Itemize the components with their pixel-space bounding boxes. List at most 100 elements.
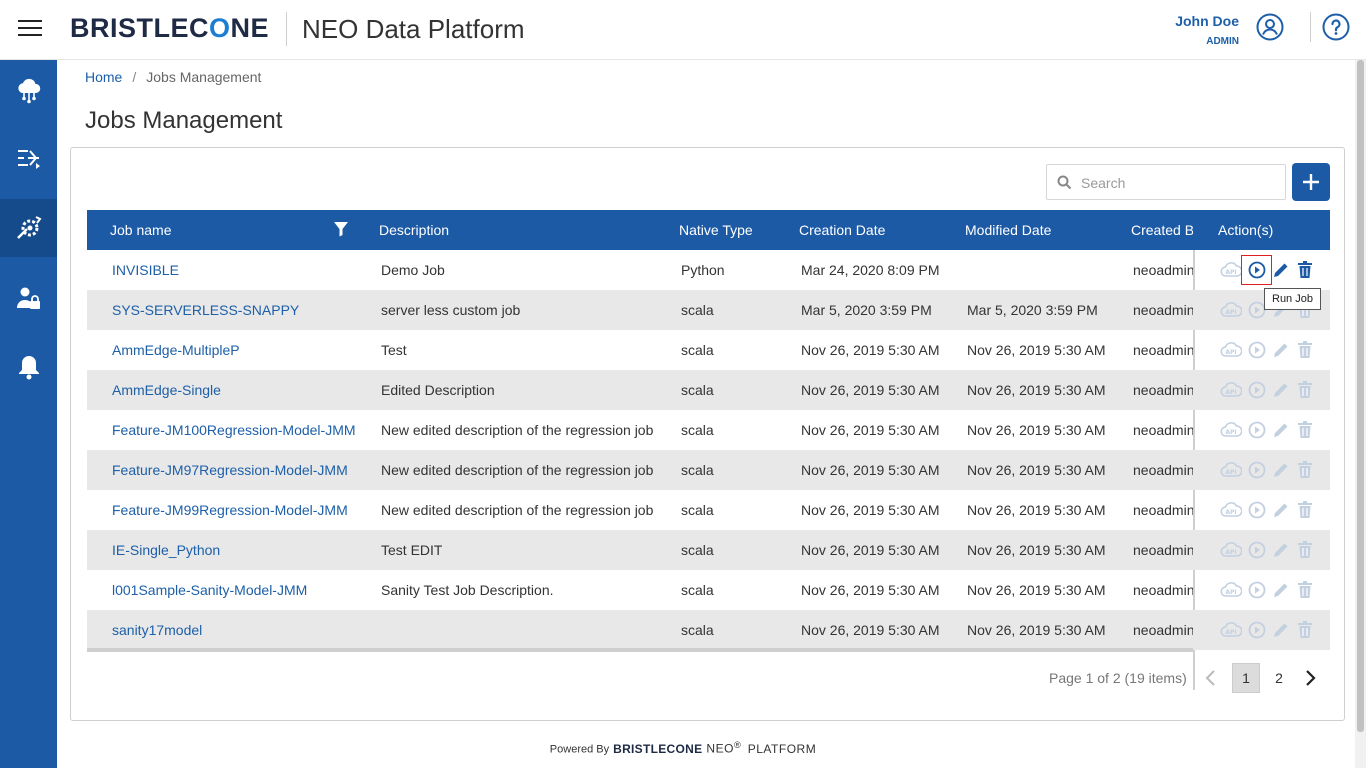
sidebar-item-cloud[interactable] xyxy=(0,62,57,120)
search-input[interactable] xyxy=(1081,173,1276,193)
api-cloud-icon[interactable]: API xyxy=(1217,540,1245,560)
svg-text:API: API xyxy=(1225,309,1236,316)
bristlecone-logo: BRISTLECONE xyxy=(70,13,270,43)
job-native-type: scala xyxy=(681,502,714,518)
job-name-link[interactable]: Feature-JM97Regression-Model-JMM xyxy=(112,462,348,478)
table-row: sanity17model scala Nov 26, 2019 5:30 AM No… xyxy=(87,610,1330,650)
pagination-page-1[interactable]: 1 xyxy=(1232,663,1260,693)
svg-text:API: API xyxy=(1225,469,1236,476)
job-name-link[interactable]: AmmEdge-MultipleP xyxy=(112,342,240,358)
sidebar-item-user-admin[interactable] xyxy=(0,269,57,327)
job-modified-date: Nov 26, 2019 5:30 AM xyxy=(967,622,1106,638)
breadcrumb-separator: / xyxy=(132,69,137,85)
page-scrollbar-thumb[interactable] xyxy=(1357,60,1364,732)
job-creation-date: Nov 26, 2019 5:30 AM xyxy=(801,502,940,518)
job-name-link[interactable]: AmmEdge-Single xyxy=(112,382,221,398)
job-creation-date: Mar 5, 2020 3:59 PM xyxy=(801,302,932,318)
svg-text:API: API xyxy=(1225,269,1236,276)
sidebar-item-jobs[interactable] xyxy=(0,199,57,257)
job-created-by: neoadmin xyxy=(1133,262,1193,278)
job-name-link[interactable]: Feature-JM99Regression-Model-JMM xyxy=(112,502,348,518)
run-job-icon[interactable] xyxy=(1245,620,1269,640)
api-cloud-icon[interactable]: API xyxy=(1217,340,1245,360)
edit-pencil-icon[interactable] xyxy=(1269,500,1293,520)
job-name-link[interactable]: IE-Single_Python xyxy=(112,542,220,558)
table-row: Feature-JM97Regression-Model-JMM New edit… xyxy=(87,450,1330,490)
edit-pencil-icon[interactable] xyxy=(1269,260,1293,280)
job-creation-date: Nov 26, 2019 5:30 AM xyxy=(801,382,940,398)
run-job-tooltip: Run Job xyxy=(1264,288,1321,310)
delete-trash-icon[interactable] xyxy=(1293,380,1317,400)
api-cloud-icon[interactable]: API xyxy=(1217,580,1245,600)
edit-pencil-icon[interactable] xyxy=(1269,420,1293,440)
hamburger-menu-icon[interactable] xyxy=(18,20,42,38)
job-name-link[interactable]: Feature-JM100Regression-Model-JMM xyxy=(112,422,356,438)
edit-pencil-icon[interactable] xyxy=(1269,460,1293,480)
app-title: NEO Data Platform xyxy=(302,14,525,44)
edit-pencil-icon[interactable] xyxy=(1269,620,1293,640)
row-actions: API xyxy=(1217,540,1317,560)
edit-pencil-icon[interactable] xyxy=(1269,540,1293,560)
user-profile-icon[interactable] xyxy=(1256,13,1284,41)
delete-trash-icon[interactable] xyxy=(1293,340,1317,360)
sidebar-item-notifications[interactable] xyxy=(0,338,57,396)
job-modified-date: Nov 26, 2019 5:30 AM xyxy=(967,502,1106,518)
pagination-next-button[interactable] xyxy=(1301,666,1321,690)
header-modified-date[interactable]: Modified Date xyxy=(965,222,1051,238)
svg-text:API: API xyxy=(1225,349,1236,356)
run-job-icon[interactable] xyxy=(1245,540,1269,560)
page-scrollbar[interactable] xyxy=(1355,60,1366,768)
search-icon xyxy=(1057,175,1072,190)
run-job-icon[interactable] xyxy=(1245,460,1269,480)
run-job-icon[interactable] xyxy=(1245,580,1269,600)
run-job-icon[interactable] xyxy=(1245,500,1269,520)
api-cloud-icon[interactable]: API xyxy=(1217,620,1245,640)
header-job-name[interactable]: Job name xyxy=(110,222,171,238)
breadcrumb-home[interactable]: Home xyxy=(85,69,122,85)
delete-trash-icon[interactable] xyxy=(1293,460,1317,480)
delete-trash-icon[interactable] xyxy=(1293,620,1317,640)
table-horizontal-scrollbar[interactable] xyxy=(87,648,1193,652)
delete-trash-icon[interactable] xyxy=(1293,540,1317,560)
svg-text:API: API xyxy=(1225,589,1236,596)
edit-pencil-icon[interactable] xyxy=(1269,580,1293,600)
pagination-page-2[interactable]: 2 xyxy=(1265,663,1293,693)
pagination-prev-button[interactable] xyxy=(1200,666,1220,690)
filter-icon[interactable] xyxy=(333,221,349,240)
svg-text:API: API xyxy=(1225,509,1236,516)
header-created-by[interactable]: Created By xyxy=(1131,222,1193,238)
api-cloud-icon[interactable]: API xyxy=(1217,300,1245,320)
job-created-by: neoadmin xyxy=(1133,622,1193,638)
row-actions: API xyxy=(1217,420,1317,440)
page-title: Jobs Management xyxy=(85,107,283,134)
run-job-icon[interactable] xyxy=(1245,380,1269,400)
delete-trash-icon[interactable] xyxy=(1293,420,1317,440)
header-native-type[interactable]: Native Type xyxy=(679,222,753,238)
delete-trash-icon[interactable] xyxy=(1293,580,1317,600)
run-job-icon[interactable] xyxy=(1245,340,1269,360)
job-name-link[interactable]: sanity17model xyxy=(112,622,202,638)
edit-pencil-icon[interactable] xyxy=(1269,340,1293,360)
job-native-type: scala xyxy=(681,302,714,318)
header-creation-date[interactable]: Creation Date xyxy=(799,222,885,238)
job-name-link[interactable]: l001Sample-Sanity-Model-JMM xyxy=(112,582,307,598)
api-cloud-icon[interactable]: API xyxy=(1217,460,1245,480)
sidebar-item-data-flow[interactable] xyxy=(0,130,57,188)
help-icon[interactable] xyxy=(1322,13,1350,41)
search-box xyxy=(1046,164,1286,200)
job-name-link[interactable]: INVISIBLE xyxy=(112,262,179,278)
api-cloud-icon[interactable]: API xyxy=(1217,500,1245,520)
job-modified-date: Nov 26, 2019 5:30 AM xyxy=(967,542,1106,558)
job-created-by: neoadmin xyxy=(1133,422,1193,438)
delete-trash-icon[interactable] xyxy=(1293,500,1317,520)
api-cloud-icon[interactable]: API xyxy=(1217,380,1245,400)
footer-brand: BRISTLECONE xyxy=(613,741,703,756)
edit-pencil-icon[interactable] xyxy=(1269,380,1293,400)
add-job-button[interactable] xyxy=(1292,163,1330,201)
delete-trash-icon[interactable] xyxy=(1293,260,1317,280)
breadcrumb-current: Jobs Management xyxy=(146,69,262,85)
api-cloud-icon[interactable]: API xyxy=(1217,420,1245,440)
job-name-link[interactable]: SYS-SERVERLESS-SNAPPY xyxy=(112,302,299,318)
run-job-icon[interactable] xyxy=(1245,420,1269,440)
header-description[interactable]: Description xyxy=(379,222,449,238)
